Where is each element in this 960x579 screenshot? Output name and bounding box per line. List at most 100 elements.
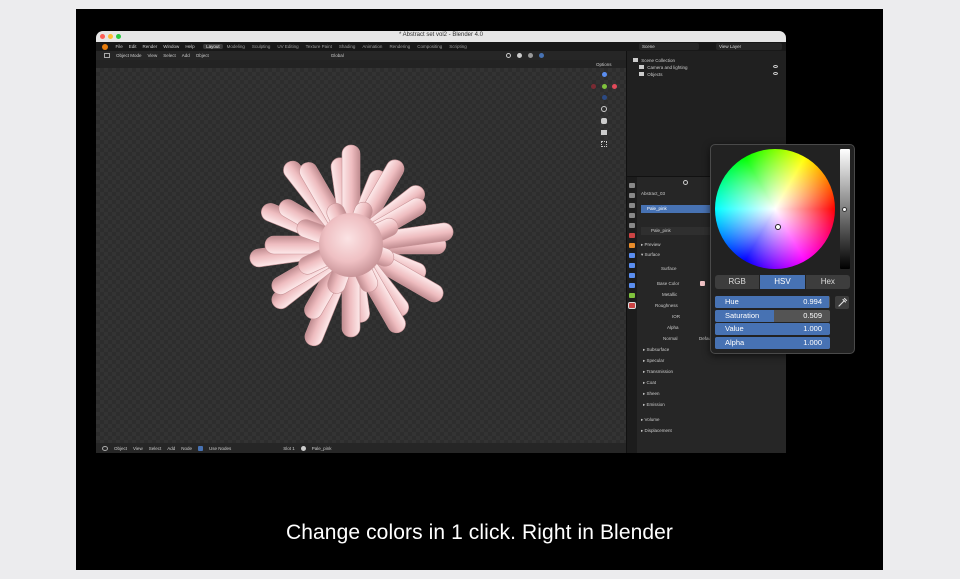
menu-file[interactable]: File — [113, 44, 125, 49]
editor-type-icon[interactable] — [104, 53, 110, 58]
mode-hex-button[interactable]: Hex — [805, 275, 850, 289]
render-tab-icon[interactable] — [629, 193, 635, 198]
menu-window[interactable]: Window — [161, 44, 182, 49]
outliner-row-camera-lighting[interactable]: Camera and lighting — [639, 65, 688, 71]
workspace-tab-sculpting[interactable]: Sculpting — [249, 44, 274, 49]
workspace-tab-shading[interactable]: Shading — [336, 44, 359, 49]
axis-neg-x-icon[interactable] — [591, 84, 596, 89]
color-picker-popup: RGB HSV Hex Hue 0.994 Saturation 0.509 V… — [710, 144, 855, 354]
view-layer-selector[interactable]: View Layer — [716, 43, 782, 50]
object-tab-icon[interactable] — [629, 243, 635, 248]
modifier-tab-icon[interactable] — [629, 253, 635, 258]
axis-y-icon[interactable] — [602, 84, 607, 89]
physics-tab-icon[interactable] — [629, 273, 635, 278]
scene-selector[interactable]: Scene — [639, 43, 699, 50]
viewport-menu-add[interactable]: Add — [182, 53, 190, 58]
node-menu-node[interactable]: Node — [181, 446, 192, 451]
pan-hand-icon[interactable] — [601, 118, 607, 124]
view-layer-tab-icon[interactable] — [629, 213, 635, 218]
use-nodes-checkbox[interactable] — [198, 445, 203, 451]
mode-selector[interactable]: Object Mode — [116, 53, 142, 58]
color-wheel-cursor[interactable] — [775, 224, 781, 230]
subsection-label: Transmission — [646, 369, 674, 374]
viewport-menu-view[interactable]: View — [148, 53, 158, 58]
workspace-tab-uv-editing[interactable]: UV Editing — [274, 44, 301, 49]
section-volume[interactable]: ▸ Volume — [641, 417, 660, 423]
subsection-specular[interactable]: ▸ Specular — [643, 358, 664, 364]
mode-rgb-button[interactable]: RGB — [715, 275, 761, 289]
workspace-tab-rendering[interactable]: Rendering — [386, 44, 413, 49]
visibility-eye-icon[interactable] — [773, 72, 778, 75]
world-tab-icon[interactable] — [629, 233, 635, 238]
value-slider[interactable] — [840, 149, 850, 269]
viewport-menu-object[interactable]: Object — [196, 53, 209, 58]
data-tab-icon[interactable] — [629, 293, 635, 298]
section-preview[interactable]: ▸ Preview — [641, 242, 661, 248]
output-tab-icon[interactable] — [629, 203, 635, 208]
solid-shading-icon[interactable] — [516, 53, 522, 58]
section-surface[interactable]: ▾ Surface — [641, 252, 660, 258]
transform-orientation-selector[interactable]: Global — [331, 53, 344, 58]
title-bar: * Abstract set vol2 - Blender 4.0 — [96, 31, 786, 42]
hue-field[interactable]: Hue 0.994 — [715, 296, 830, 308]
node-menu-view[interactable]: View — [133, 446, 143, 451]
material-selector[interactable]: Pale_pink — [312, 446, 332, 451]
field-label: Saturation — [725, 310, 760, 320]
subsection-emission[interactable]: ▸ Emission — [643, 402, 665, 408]
workspace-tab-compositing[interactable]: Compositing — [414, 44, 445, 49]
3d-viewport[interactable]: Options — [96, 62, 626, 443]
editor-type-icon[interactable] — [102, 445, 108, 451]
slot-selector[interactable]: Slot 1 — [283, 446, 295, 451]
workspace-tab-layout[interactable]: Layout — [203, 44, 223, 49]
section-displacement[interactable]: ▸ Displacement — [641, 428, 672, 434]
search-icon[interactable] — [683, 180, 688, 185]
axis-x-icon[interactable] — [612, 84, 617, 89]
axis-neg-z-icon[interactable] — [602, 95, 607, 100]
menu-render[interactable]: Render — [140, 44, 160, 49]
particles-tab-icon[interactable] — [629, 263, 635, 268]
eyedropper-button[interactable] — [835, 296, 849, 309]
rendered-shading-icon[interactable] — [538, 53, 544, 58]
options-menu[interactable]: Options — [596, 62, 612, 67]
outliner-row-scene-collection[interactable]: Scene Collection — [633, 58, 675, 64]
color-wheel[interactable] — [715, 149, 835, 269]
abstract-3d-object[interactable] — [96, 68, 626, 443]
visibility-eye-icon[interactable] — [773, 65, 778, 68]
zoom-icon[interactable] — [601, 106, 607, 112]
color-mode-tabs: RGB HSV Hex — [715, 275, 850, 289]
material-shading-icon[interactable] — [527, 53, 533, 58]
menu-edit[interactable]: Edit — [126, 44, 139, 49]
scene-tab-icon[interactable] — [629, 223, 635, 228]
outliner-row-objects[interactable]: Objects — [639, 72, 663, 78]
subsection-coat[interactable]: ▸ Coat — [643, 380, 656, 386]
subsection-subsurface[interactable]: ▸ Subsurface — [643, 347, 669, 353]
viewport-menu-select[interactable]: Select — [163, 53, 176, 58]
saturation-field[interactable]: Saturation 0.509 — [715, 309, 830, 322]
navigation-gizmo[interactable] — [590, 72, 618, 100]
subsection-transmission[interactable]: ▸ Transmission — [643, 369, 673, 375]
material-tab-icon[interactable] — [628, 302, 636, 309]
node-mode-selector[interactable]: Object — [114, 446, 127, 451]
value-field[interactable]: Value 1.000 — [715, 323, 830, 335]
node-menu-select[interactable]: Select — [149, 446, 162, 451]
base-color-swatch[interactable] — [700, 281, 705, 286]
workspace-tab-animation[interactable]: Animation — [359, 44, 385, 49]
camera-view-icon[interactable] — [601, 130, 607, 135]
value-slider-knob[interactable] — [842, 207, 847, 212]
blender-logo-icon[interactable] — [102, 43, 108, 50]
axis-z-icon[interactable] — [602, 72, 607, 77]
section-label: Volume — [644, 417, 660, 422]
wireframe-shading-icon[interactable] — [505, 53, 511, 58]
mode-hsv-button[interactable]: HSV — [760, 275, 806, 289]
alpha-field[interactable]: Alpha 1.000 — [715, 336, 830, 349]
menu-help[interactable]: Help — [183, 44, 197, 49]
workspace-tab-scripting[interactable]: Scripting — [446, 44, 470, 49]
workspace-tab-texture-paint[interactable]: Texture Paint — [303, 44, 335, 49]
grid-view-icon[interactable] — [601, 141, 607, 147]
subsection-sheen[interactable]: ▸ Sheen — [643, 391, 660, 397]
workspace-tab-modeling[interactable]: Modeling — [224, 44, 248, 49]
tool-tab-icon[interactable] — [629, 183, 635, 188]
subsection-label: Subsurface — [646, 347, 670, 352]
node-menu-add[interactable]: Add — [167, 446, 175, 451]
constraints-tab-icon[interactable] — [629, 283, 635, 288]
